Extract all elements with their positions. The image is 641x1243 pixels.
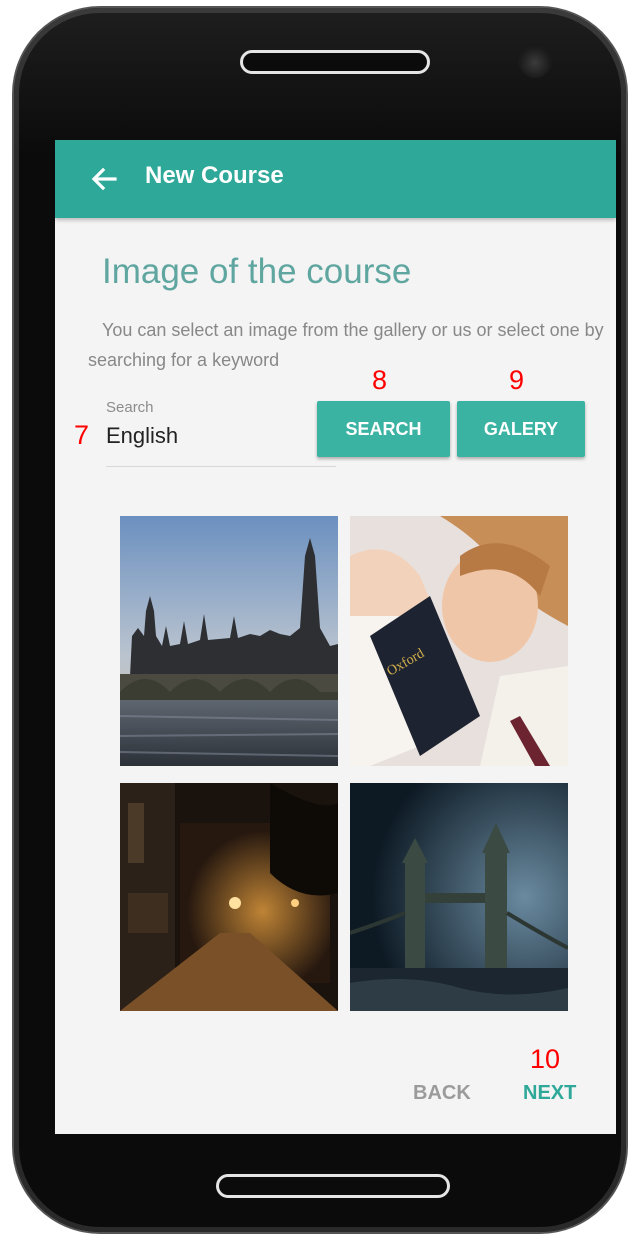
search-button[interactable]: SEARCH: [317, 401, 450, 457]
search-input-underline: [106, 466, 336, 467]
annotation-8: 8: [372, 365, 388, 395]
girl-reading-dictionary-image[interactable]: Oxford: [350, 516, 568, 766]
next-button[interactable]: NEXT: [523, 1082, 576, 1105]
back-button[interactable]: BACK: [413, 1082, 471, 1105]
app-screen: New Course Image of the course You can s…: [55, 140, 616, 1134]
app-bar-title: New Course: [145, 162, 284, 189]
annotation-9: 9: [509, 365, 525, 395]
back-arrow-icon[interactable]: [89, 164, 119, 194]
annotation-7: 7: [74, 420, 90, 450]
app-bar: New Course: [55, 140, 616, 218]
tower-bridge-image[interactable]: [350, 783, 568, 1011]
annotation-10: 10: [530, 1044, 561, 1074]
search-input[interactable]: English: [106, 423, 326, 449]
front-camera: [518, 44, 552, 78]
london-parliament-image[interactable]: [120, 516, 338, 766]
home-button-slot: [216, 1174, 450, 1198]
search-field-label: Search: [106, 399, 154, 416]
gallery-button[interactable]: GALERY: [457, 401, 585, 457]
night-street-image[interactable]: [120, 783, 338, 1011]
page-heading: Image of the course: [102, 252, 412, 291]
earpiece-speaker: [240, 50, 430, 74]
page-description: You can select an image from the gallery…: [88, 320, 604, 370]
